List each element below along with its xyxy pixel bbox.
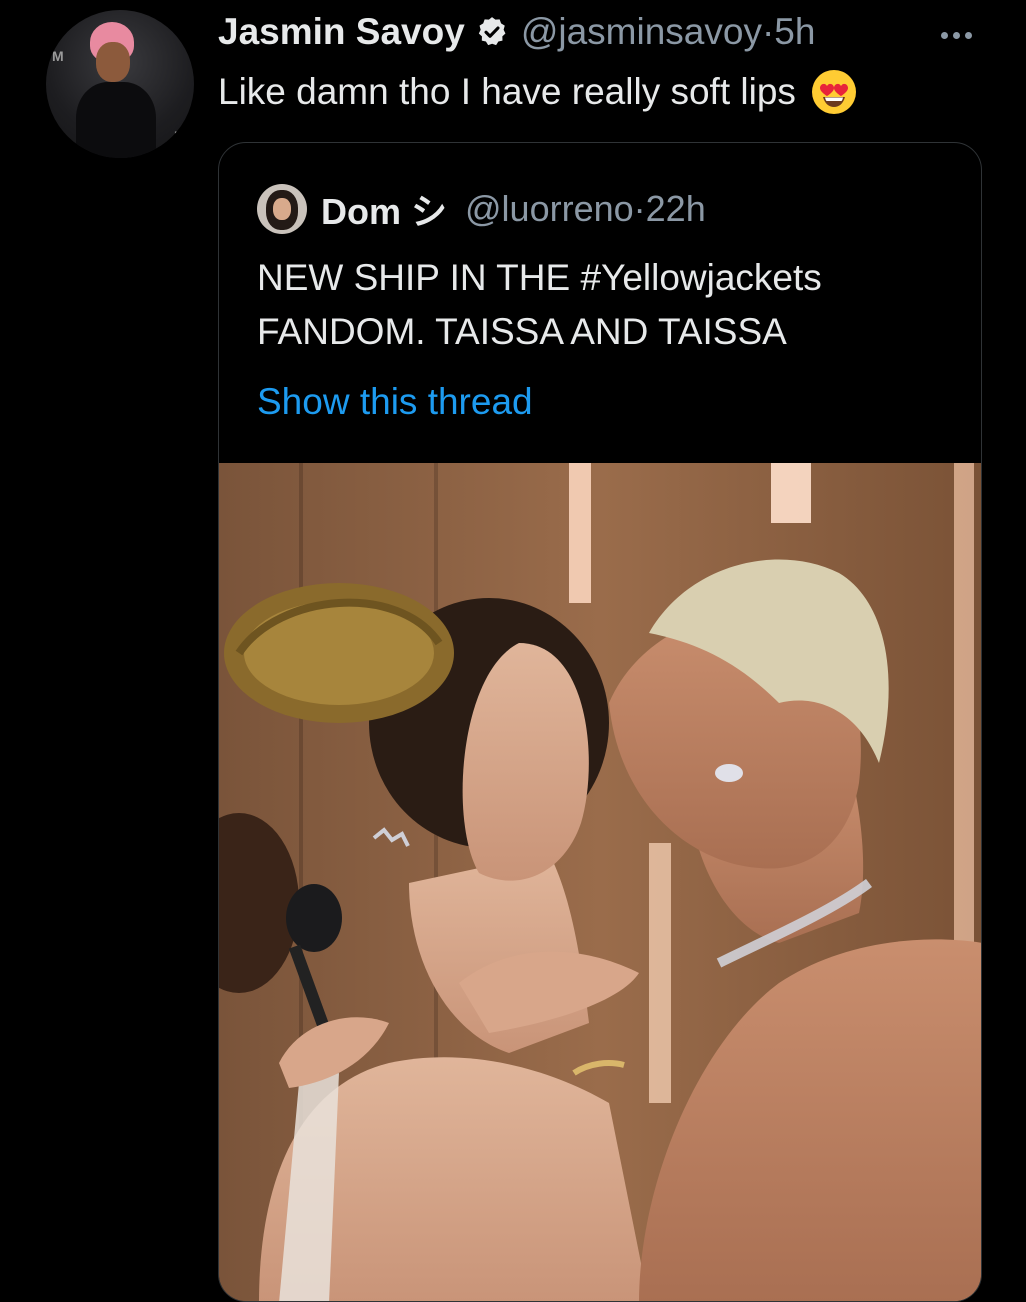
verified-badge-icon (478, 17, 506, 46)
tweet-text-content: Like damn tho I have really soft lips (218, 71, 796, 112)
tweet: M RE Jasmin Savoy @jasminsavoy · 5h Like… (0, 0, 1026, 1302)
timestamp[interactable]: 5h (774, 11, 815, 53)
quoted-avatar[interactable] (257, 184, 307, 234)
quoted-tweet-photo[interactable] (219, 463, 981, 1301)
quoted-tweet-header: Dom シ @luorreno · 22h (257, 181, 706, 237)
quoted-text-line: NEW SHIP IN THE #Yellowjackets (257, 257, 822, 298)
avatar-poster-letters: RE (174, 128, 194, 144)
quoted-timestamp[interactable]: 22h (646, 188, 706, 230)
quoted-tweet-text: NEW SHIP IN THE #Yellowjackets FANDOM. T… (257, 251, 957, 359)
photo-illustration (219, 463, 981, 1301)
quoted-time-separator: · (633, 188, 646, 229)
avatar-face (96, 42, 130, 82)
avatar[interactable]: M RE (46, 10, 194, 158)
tweet-header: Jasmin Savoy @jasminsavoy · 5h (218, 6, 815, 58)
time-separator: · (761, 11, 775, 52)
display-name[interactable]: Jasmin Savoy (218, 11, 465, 53)
quoted-display-name[interactable]: Dom シ (321, 183, 447, 235)
heart-eyes-emoji-icon (811, 70, 856, 114)
dot (940, 31, 948, 39)
dot (964, 31, 972, 39)
quoted-handle[interactable]: @luorreno (465, 188, 634, 230)
show-thread-link[interactable]: Show this thread (257, 381, 533, 423)
dot (952, 31, 960, 39)
more-options-icon[interactable] (928, 20, 984, 50)
quoted-tweet[interactable]: Dom シ @luorreno · 22h NEW SHIP IN THE #Y… (218, 142, 982, 1302)
avatar-poster-letter: M (52, 48, 64, 64)
quoted-avatar-face (273, 198, 291, 220)
handle[interactable]: @jasminsavoy (521, 11, 762, 53)
quoted-text-line: FANDOM. TAISSA AND TAISSA (257, 311, 787, 352)
tweet-text: Like damn tho I have really soft lips (218, 68, 858, 116)
avatar-body (76, 82, 156, 158)
